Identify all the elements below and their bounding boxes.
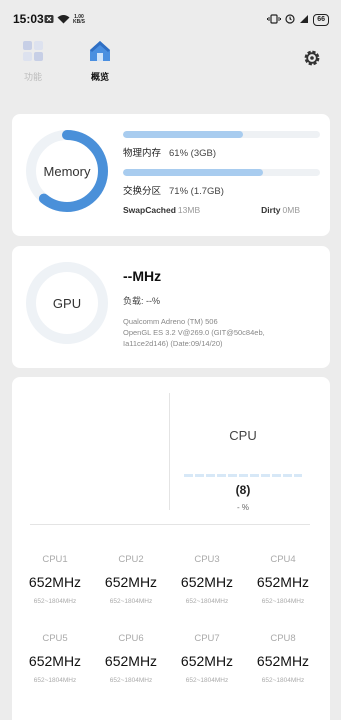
cpu-core-range: 652~1804MHz [185, 677, 229, 684]
cpu-core-range: 652~1804MHz [185, 598, 229, 605]
cpu-core-name: CPU6 [118, 633, 144, 644]
gpu-gl-build: Ia11ce2d146) (Date:09/14/20) [123, 339, 223, 348]
memory-ring-label: Memory [43, 163, 91, 179]
status-time: 15:03 [13, 12, 44, 26]
settings-button[interactable] [301, 47, 323, 69]
cpu-core-cell: CPU1 652MHz 652~1804MHz [17, 554, 93, 605]
swap-cached-stat: SwapCached 13MB [123, 205, 200, 215]
cpu-core-cell: CPU4 652MHz 652~1804MHz [245, 554, 321, 605]
gpu-card[interactable]: GPU --MHz 负载: --% Qualcomm Adreno (TM) 5… [12, 246, 330, 368]
cpu-core-frequency: 652MHz [256, 574, 310, 590]
cpu-core-name: CPU7 [194, 633, 220, 644]
memory-card[interactable]: Memory 物理内存 61% (3GB) 交换分区 71% (1.7GB) Swa… [12, 114, 330, 236]
cpu-core-frequency: 652MHz [180, 653, 234, 669]
cpu-core-range: 652~1804MHz [33, 598, 77, 605]
cpu-core-cell: CPU2 652MHz 652~1804MHz [93, 554, 169, 605]
net-speed-indicator: 1.00 KB/S [73, 15, 85, 25]
tab-functions[interactable]: 功能 [13, 40, 53, 83]
cpu-core-name: CPU8 [270, 633, 296, 644]
cpu-core-cell: CPU6 652MHz 652~1804MHz [93, 633, 169, 684]
cpu-core-cell: CPU3 652MHz 652~1804MHz [169, 554, 245, 605]
gpu-gl-version: OpenGL ES 3.2 V@269.0 (GIT@50c84eb, [123, 328, 265, 337]
cpu-load: - % [237, 503, 249, 512]
gpu-ring: GPU [24, 260, 110, 346]
cpu-core-cell: CPU7 652MHz 652~1804MHz [169, 633, 245, 684]
cpu-core-frequency: 652MHz [28, 653, 82, 669]
cpu-core-name: CPU3 [194, 554, 220, 565]
tab-overview[interactable]: 概览 [80, 40, 120, 83]
gpu-info: --MHz 负载: --% Qualcomm Adreno (TM) 506 O… [123, 268, 323, 349]
cpu-card[interactable]: CPU (8) - % CPU1 652MHz 652~1804MHz CPU2 652… [12, 377, 330, 720]
home-icon [88, 41, 112, 66]
swap-label: 交换分区 [123, 186, 162, 197]
cpu-core-range: 652~1804MHz [109, 598, 153, 605]
vibrate-icon [267, 11, 282, 29]
physical-memory-value: 61% (3GB) [169, 148, 217, 159]
swap-bar-fill [123, 169, 263, 176]
swap-cached-value: 13MB [177, 205, 201, 215]
status-right-icons: 66 [267, 11, 329, 29]
dirty-stat: Dirty 0MB [261, 205, 300, 215]
cpu-core-name: CPU5 [42, 633, 68, 644]
cpu-core-range: 652~1804MHz [33, 677, 77, 684]
signal-icon [299, 11, 309, 29]
cpu-core-cell: CPU8 652MHz 652~1804MHz [245, 633, 321, 684]
physical-memory-bar-fill [123, 131, 244, 138]
cpu-divider-vertical [169, 393, 170, 510]
swap-cached-label: SwapCached [123, 205, 176, 215]
gpu-ring-label: GPU [52, 295, 82, 311]
gpu-details: Qualcomm Adreno (TM) 506 OpenGL ES 3.2 V… [123, 316, 323, 349]
notification-icon [44, 11, 54, 29]
physical-memory-row: 物理内存 61% (3GB) [123, 145, 320, 159]
dirty-label: Dirty [261, 205, 281, 215]
cpu-core-frequency: 652MHz [28, 574, 82, 590]
tab-functions-label: 功能 [23, 72, 42, 82]
gear-icon [301, 50, 323, 73]
battery-indicator: 66 [313, 14, 329, 26]
swap-value: 71% (1.7GB) [169, 186, 224, 197]
grid-icon [22, 41, 44, 66]
gpu-frequency: --MHz [123, 268, 162, 284]
cpu-title: CPU [229, 428, 257, 443]
physical-memory-label: 物理内存 [123, 148, 162, 159]
cpu-core-frequency: 652MHz [256, 653, 310, 669]
cpu-core-range: 652~1804MHz [109, 677, 153, 684]
dirty-value: 0MB [282, 205, 300, 215]
memory-footer: SwapCached 13MB Dirty 0MB [123, 205, 320, 215]
cpu-core-range: 652~1804MHz [261, 677, 305, 684]
gpu-load: 负载: --% [123, 296, 160, 306]
cpu-core-cell: CPU5 652MHz 652~1804MHz [17, 633, 93, 684]
swap-bar [123, 169, 320, 176]
memory-info: 物理内存 61% (3GB) 交换分区 71% (1.7GB) SwapCached… [123, 131, 320, 215]
cpu-core-count: (8) [235, 483, 251, 497]
status-left-icons: 1.00 KB/S [44, 11, 85, 29]
tab-overview-label: 概览 [90, 72, 109, 82]
gpu-renderer: Qualcomm Adreno (TM) 506 [123, 317, 218, 326]
cpu-core-frequency: 652MHz [104, 653, 158, 669]
physical-memory-bar [123, 131, 320, 138]
cpu-core-name: CPU1 [42, 554, 68, 565]
cpu-divider-horizontal [30, 524, 310, 525]
wifi-icon [57, 11, 70, 29]
cpu-core-frequency: 652MHz [180, 574, 234, 590]
cpu-core-name: CPU4 [270, 554, 296, 565]
net-speed-unit: KB/S [73, 19, 85, 25]
memory-ring: Memory [24, 128, 110, 214]
alarm-icon [285, 11, 295, 29]
swap-row: 交换分区 71% (1.7GB) [123, 183, 320, 197]
top-navigation: 功能 概览 [0, 36, 341, 88]
cpu-core-frequency: 652MHz [104, 574, 158, 590]
cpu-load-graph [184, 474, 302, 477]
status-bar: 15:03 1.00 KB/S 66 [0, 0, 341, 36]
cpu-core-name: CPU2 [118, 554, 144, 565]
cpu-core-range: 652~1804MHz [261, 598, 305, 605]
